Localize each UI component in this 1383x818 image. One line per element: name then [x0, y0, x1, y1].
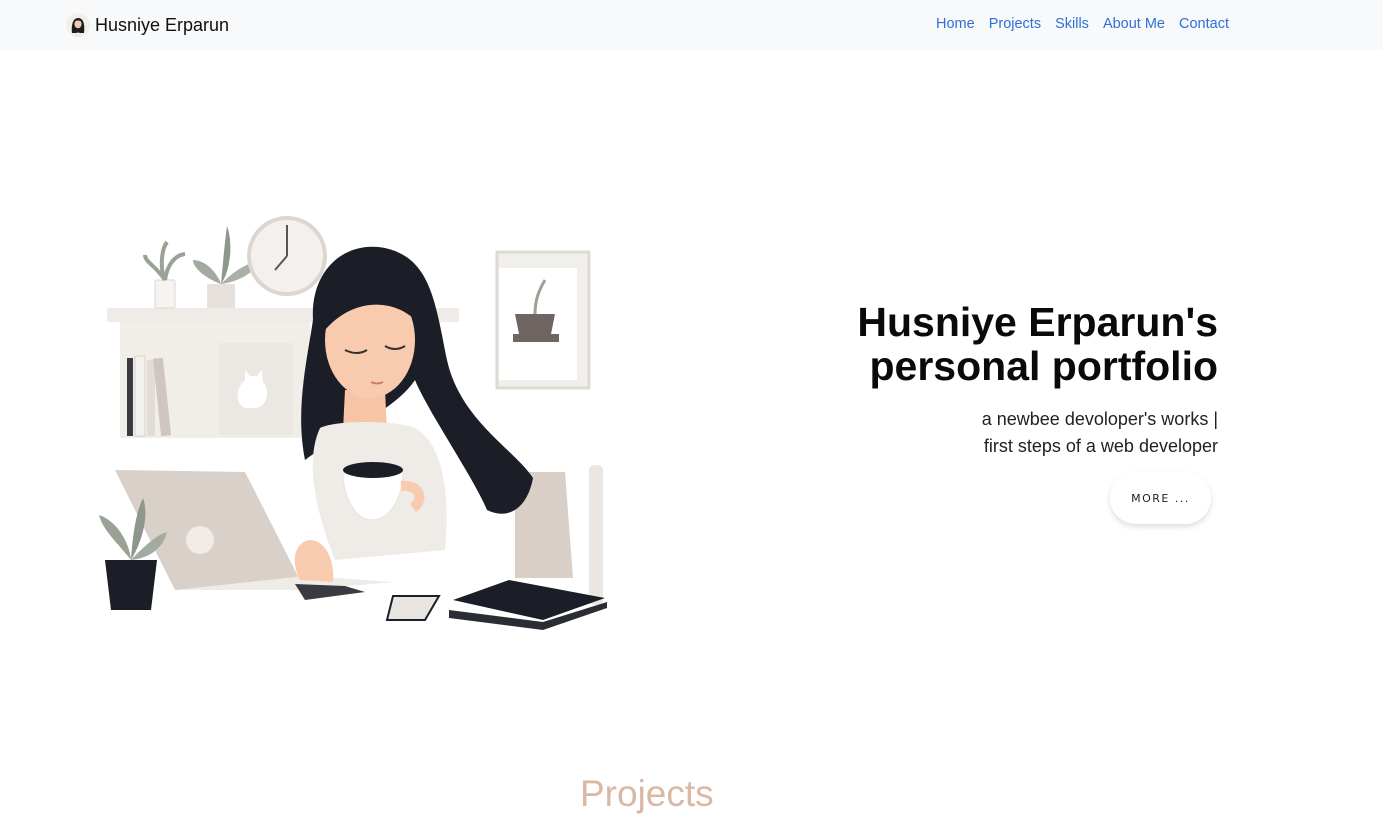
nav-link-about-me[interactable]: About Me	[1096, 15, 1172, 33]
nav-link-home[interactable]: Home	[929, 15, 982, 33]
woman-with-laptop-illustration	[99, 216, 607, 630]
projects-section-title: Projects	[580, 773, 714, 814]
nav-links: Home Projects Skills About Me Contact	[929, 15, 1229, 33]
brand-link[interactable]: Husniye Erparun	[66, 13, 229, 37]
nav-link-skills[interactable]: Skills	[1048, 15, 1096, 33]
more-button[interactable]: MORE ...	[1110, 472, 1211, 524]
hero-subtitle-line2: first steps of a web developer	[983, 436, 1218, 456]
brand-name: Husniye Erparun	[95, 14, 230, 35]
hero-text: Husniye Erparun's personal portfolio a n…	[698, 300, 1218, 460]
hero-title: Husniye Erparun's personal portfolio	[698, 300, 1218, 388]
hero-subtitle-line1: a newbee devoloper's works |	[981, 409, 1218, 429]
hero-subtitle: a newbee devoloper's works | first steps…	[698, 406, 1218, 460]
hero-title-line1: Husniye Erparun's	[857, 299, 1218, 345]
hero-title-line2: personal portfolio	[869, 343, 1219, 389]
woman-avatar-icon	[66, 13, 90, 37]
navbar: Husniye Erparun Home Projects Skills Abo…	[0, 0, 1383, 50]
nav-link-contact[interactable]: Contact	[1172, 15, 1229, 33]
nav-link-projects[interactable]: Projects	[982, 15, 1048, 33]
